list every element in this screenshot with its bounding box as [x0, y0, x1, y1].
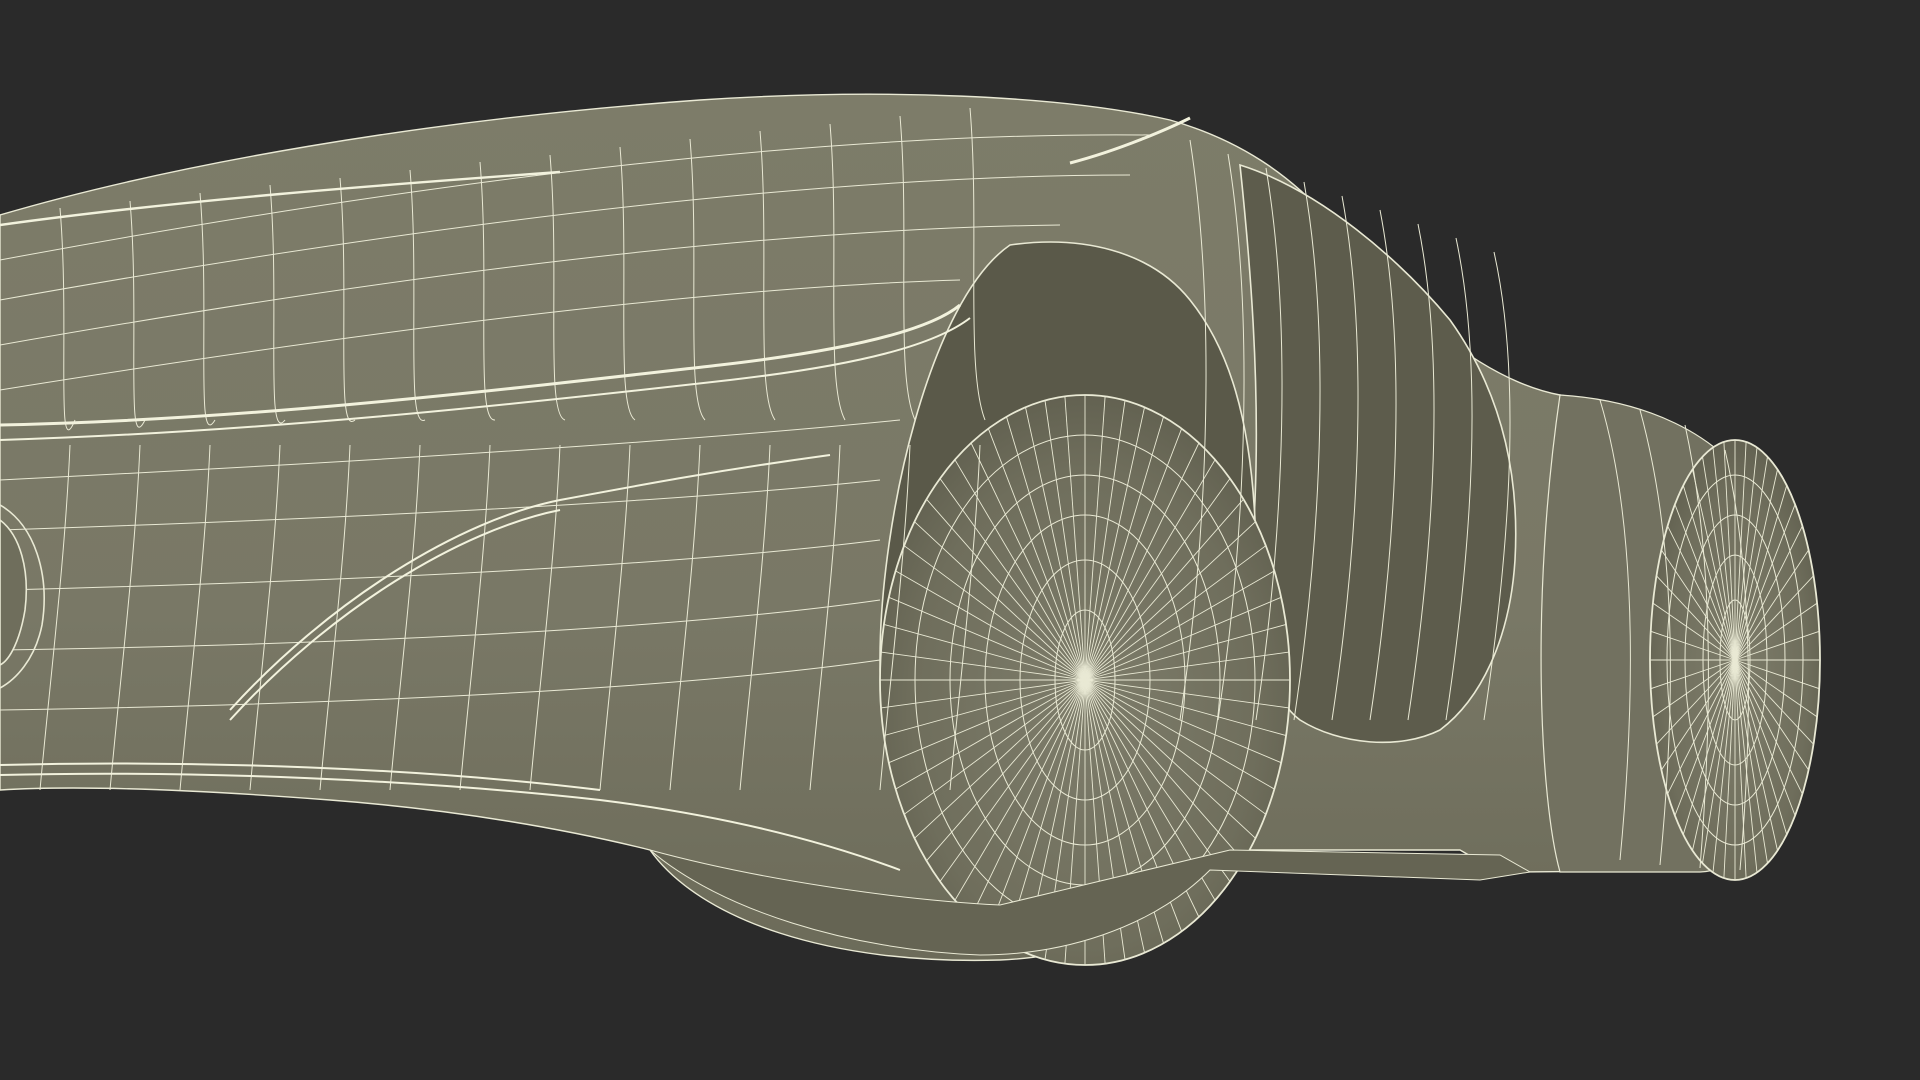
- rear-wheel: [879, 394, 1291, 966]
- front-wheel: [1649, 439, 1821, 881]
- render-viewport: [0, 0, 1920, 1080]
- car-wireframe-icon: [0, 93, 1821, 966]
